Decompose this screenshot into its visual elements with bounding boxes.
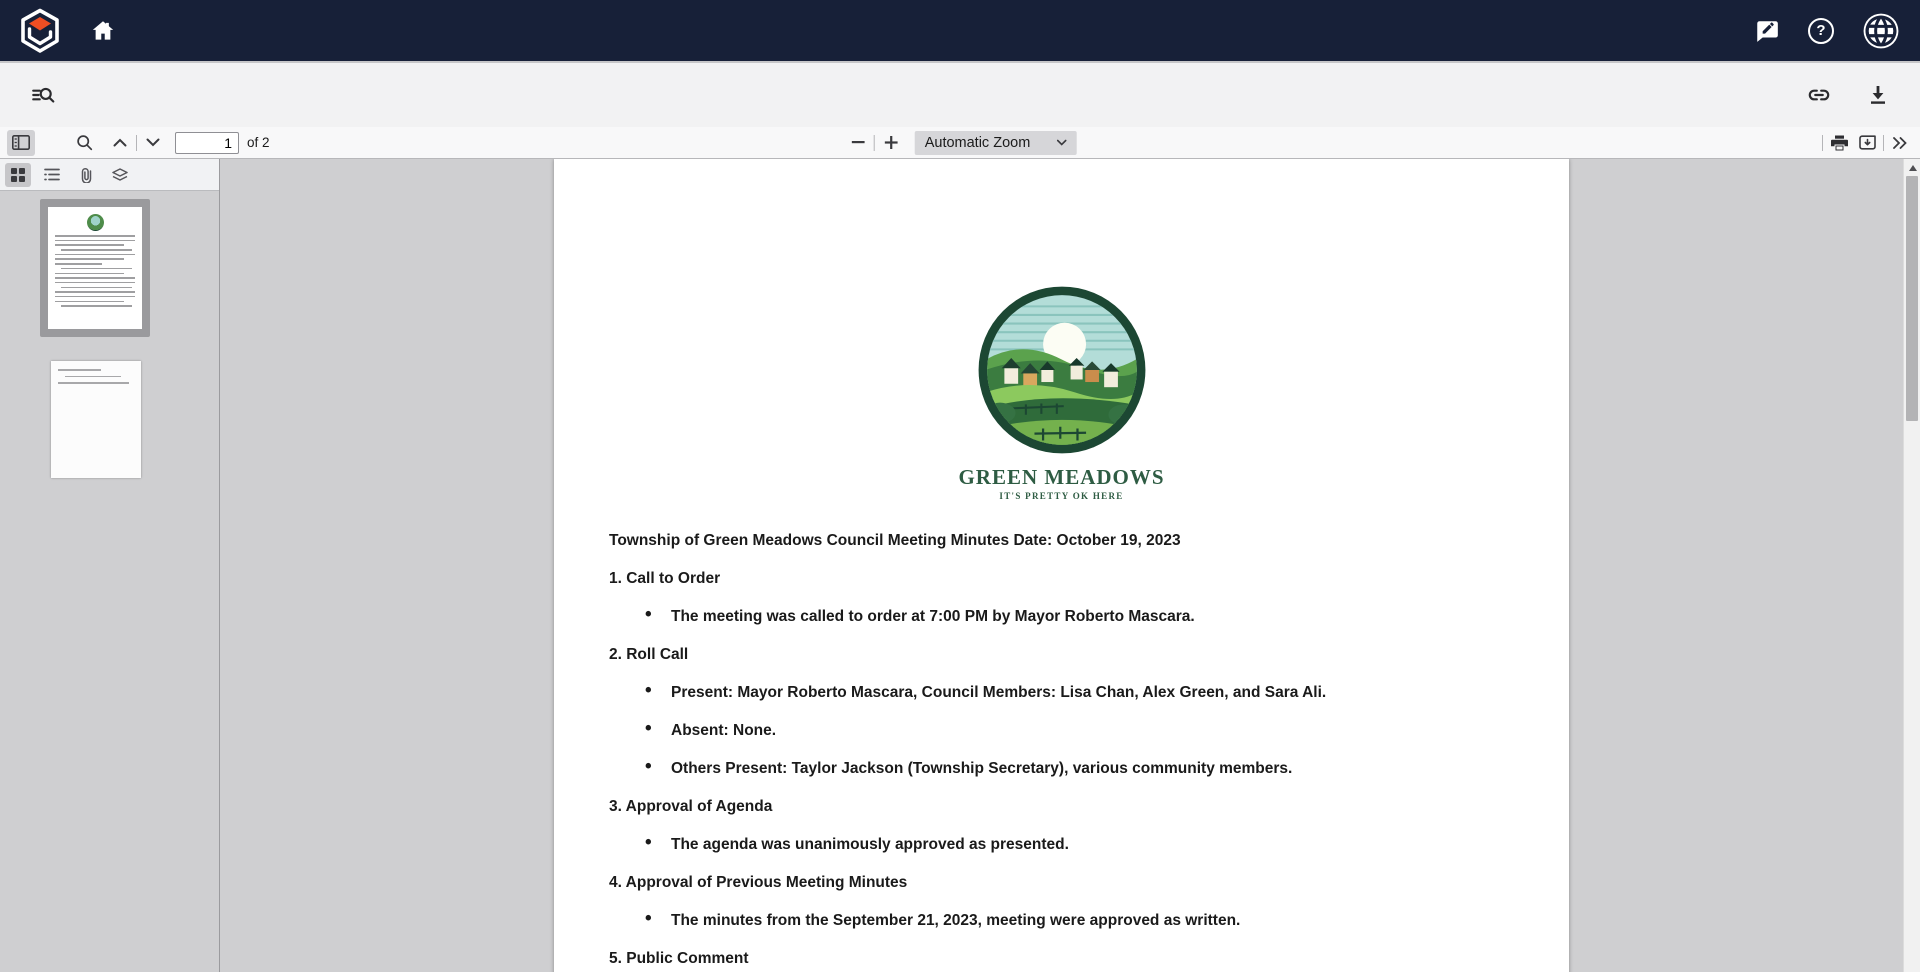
document-title: Township of Green Meadows Council Meetin… [609,531,1514,550]
toolbar-divider [1883,135,1884,151]
help-icon: ? [1808,18,1834,44]
plus-icon [884,136,897,149]
chevron-up-icon [113,138,127,147]
page-number-input[interactable] [175,132,239,154]
thumbnail-page-2[interactable] [51,361,141,478]
thumbnail-text-lines [48,235,142,307]
pdf-toolbar: of 2 Automatic Zoom [0,127,1920,159]
logo-title: GREEN MEADOWS [554,465,1569,490]
sidebar-toggle-icon [12,135,30,150]
outline-view-button[interactable] [39,163,65,187]
thumbnail-page-1[interactable] [40,199,150,337]
pdf-page-1: GREEN MEADOWS IT'S PRETTY OK HERE Townsh… [554,159,1569,972]
minus-icon [851,141,864,144]
bullet-item: The meeting was called to order at 7:00 … [609,607,1514,626]
section-heading: 4. Approval of Previous Meeting Minutes [609,873,1514,892]
logo-tagline: IT'S PRETTY OK HERE [554,491,1569,501]
thumbnail-list [0,191,219,478]
feedback-button[interactable] [1754,18,1780,44]
thumbnail-logo [87,214,104,231]
bullet-item: Absent: None. [609,721,1514,740]
more-tools-button[interactable] [1886,130,1914,156]
scroll-up-arrow[interactable] [1904,162,1920,174]
section-heading: 2. Roll Call [609,645,1514,664]
toolbar-divider [874,135,875,151]
pdf-sidebar [0,159,220,972]
double-chevron-right-icon [1892,137,1908,149]
layers-icon [112,168,128,182]
chevron-down-icon [146,138,160,147]
home-icon [90,18,116,44]
app-logo-icon[interactable] [20,8,60,54]
zoom-select[interactable]: Automatic Zoom [915,131,1077,155]
find-button[interactable] [70,130,98,156]
document-logo: GREEN MEADOWS IT'S PRETTY OK HERE [554,159,1569,501]
green-meadows-emblem [976,284,1148,456]
vertical-scrollbar[interactable] [1903,159,1920,972]
save-icon [1859,135,1876,151]
zoom-out-button[interactable] [844,130,872,156]
document-body: Township of Green Meadows Council Meetin… [554,501,1569,972]
thumbnails-icon [11,168,25,182]
section-heading: 1. Call to Order [609,569,1514,588]
previous-page-button[interactable] [106,130,134,156]
next-page-button[interactable] [139,130,167,156]
globe-icon [1862,12,1900,50]
home-button[interactable] [90,18,116,44]
top-navbar: ? [0,0,1920,63]
attachments-view-button[interactable] [73,163,99,187]
document-search-button[interactable] [26,78,60,112]
search-icon [76,134,93,151]
feedback-icon [1754,18,1780,44]
print-button[interactable] [1825,130,1853,156]
bullet-item: Others Present: Taylor Jackson (Township… [609,759,1514,778]
thumbnails-view-button[interactable] [5,163,31,187]
page-count-label: of 2 [247,135,270,150]
print-icon [1831,135,1848,151]
download-icon [1866,83,1890,107]
thumbnail-text-lines [51,369,141,384]
link-icon [1806,82,1832,108]
sidebar-view-switcher [0,159,219,191]
bullet-item: The minutes from the September 21, 2023,… [609,911,1514,930]
paperclip-icon [80,167,93,183]
account-button[interactable] [1862,12,1900,50]
app-toolbar [0,63,1920,127]
copy-link-button[interactable] [1802,78,1836,112]
bullet-item: Present: Mayor Roberto Mascara, Council … [609,683,1514,702]
section-heading: 5. Public Comment [609,949,1514,968]
toolbar-divider [1822,135,1823,151]
viewer-content: GREEN MEADOWS IT'S PRETTY OK HERE Townsh… [0,159,1920,972]
section-heading: 3. Approval of Agenda [609,797,1514,816]
zoom-select-label: Automatic Zoom [925,135,1031,151]
sidebar-toggle-button[interactable] [7,130,35,156]
bullet-item: The agenda was unanimously approved as p… [609,835,1514,854]
zoom-in-button[interactable] [877,130,905,156]
download-button[interactable] [1862,79,1894,111]
layers-view-button[interactable] [107,163,133,187]
save-button[interactable] [1853,130,1881,156]
scrollbar-thumb[interactable] [1906,176,1918,421]
document-search-icon [30,82,56,108]
pdf-viewer-area: GREEN MEADOWS IT'S PRETTY OK HERE Townsh… [220,159,1920,972]
toolbar-divider [136,135,137,151]
caret-down-icon [1056,139,1066,146]
help-button[interactable]: ? [1808,18,1834,44]
outline-icon [44,168,60,181]
